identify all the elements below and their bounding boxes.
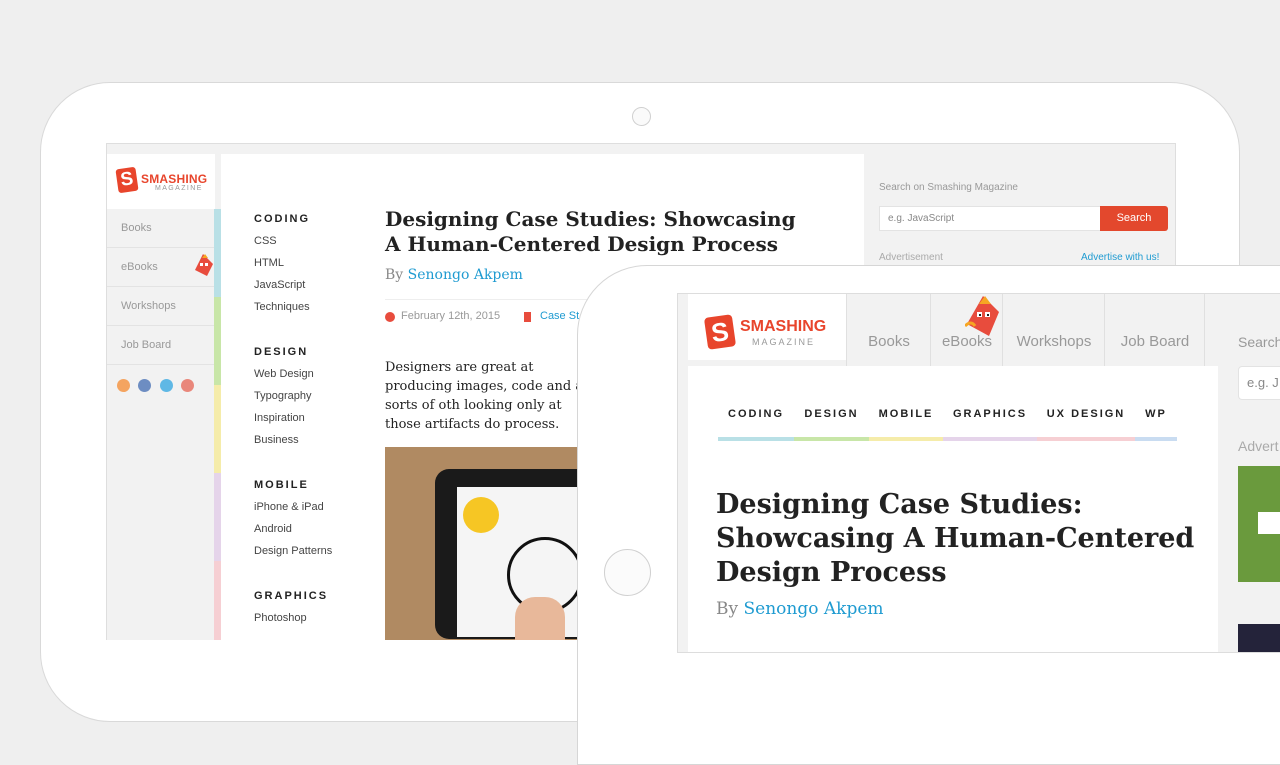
sidebar-nav: Books eBooks Workshops Job Board (107, 209, 215, 365)
category-tab-wp[interactable]: WP (1135, 401, 1177, 441)
author-link[interactable]: Senongo Akpem (408, 267, 523, 283)
mascot-icon (965, 296, 999, 336)
article-tag-link[interactable]: Case St (540, 310, 579, 322)
tablet-camera (632, 107, 651, 126)
category-tab-label: GRAPHICS (952, 408, 1028, 420)
ad-icon (1258, 512, 1280, 534)
advertisement-banner[interactable] (1238, 466, 1280, 582)
home-button (604, 549, 651, 596)
sidebar-item-label: Books (121, 222, 152, 234)
category-link[interactable]: Inspiration (254, 411, 364, 433)
category-link[interactable]: Typography (254, 389, 364, 411)
category-heading-graphics[interactable]: GRAPHICS (254, 590, 364, 602)
category-heading-mobile[interactable]: MOBILE (254, 479, 364, 491)
byline-prefix: By (716, 599, 739, 619)
bookmark-icon (524, 312, 531, 322)
main-content-card: CODING DESIGN MOBILE GRAPHICS UX DESIGN … (688, 366, 1218, 652)
googleplus-icon[interactable] (181, 379, 195, 392)
tab-workshops[interactable]: Workshops (1002, 294, 1105, 366)
social-links (117, 379, 198, 397)
category-tab-label: UX DESIGN (1046, 408, 1126, 420)
article-excerpt: Designers are great at producing images,… (385, 360, 592, 432)
twitter-icon[interactable] (159, 379, 173, 392)
logo-wordmark: SMASHING (141, 172, 208, 186)
advertisement-label: Advertisement (879, 252, 943, 263)
sidebar-item-job-board[interactable]: Job Board (107, 326, 215, 365)
logo-subtitle: MAGAZINE (155, 185, 203, 192)
site-logo-large[interactable]: S SMASHING MAGAZINE (688, 294, 846, 360)
byline-prefix: By (385, 267, 404, 283)
category-link[interactable]: Photoshop (254, 611, 364, 633)
category-link[interactable]: iPhone & iPad (254, 500, 364, 522)
author-link[interactable]: Senongo Akpem (744, 599, 884, 619)
category-tab-mobile[interactable]: MOBILE (869, 401, 943, 441)
category-tab-graphics[interactable]: GRAPHICS (943, 401, 1037, 441)
logo-subtitle: MAGAZINE (752, 337, 816, 347)
screen-front: S SMASHING MAGAZINE Books eBooks Worksho… (677, 293, 1280, 653)
search-button[interactable]: Search (1100, 206, 1168, 231)
advertisement-label: Advert (1238, 438, 1279, 454)
tab-job-board[interactable]: Job Board (1104, 294, 1205, 366)
clock-icon (385, 312, 395, 322)
category-heading-coding[interactable]: CODING (254, 213, 364, 225)
article-image (385, 447, 605, 640)
category-link[interactable]: Techniques (254, 300, 364, 322)
search-input[interactable]: e.g. JavaScript (879, 206, 1101, 231)
tab-books[interactable]: Books (846, 294, 931, 366)
mascot-icon (195, 254, 213, 276)
sidebar-item-ebooks[interactable]: eBooks (107, 248, 215, 287)
facebook-icon[interactable] (138, 379, 152, 392)
category-tab-ux-design[interactable]: UX DESIGN (1037, 401, 1135, 441)
article-date: February 12th, 2015 (401, 310, 501, 322)
category-link[interactable]: Business (254, 433, 364, 455)
category-tab-label: CODING (728, 408, 784, 420)
sidebar-item-workshops[interactable]: Workshops (107, 287, 215, 326)
logo-mark-icon: S (115, 166, 139, 194)
search-label: Search (1238, 334, 1280, 350)
category-link[interactable]: JavaScript (254, 278, 364, 300)
search-input[interactable]: e.g. J (1238, 366, 1280, 400)
sidebar-item-label: Job Board (121, 339, 172, 351)
category-tab-design[interactable]: DESIGN (794, 401, 869, 441)
advertise-link[interactable]: Advertise with us! (1081, 252, 1159, 263)
category-link[interactable]: CSS (254, 234, 364, 256)
category-link[interactable]: Android (254, 522, 364, 544)
category-tab-label: DESIGN (804, 408, 859, 420)
nav-divider (1204, 294, 1280, 366)
article-title[interactable]: Designing Case Studies: Showcasing A Hum… (716, 488, 1196, 590)
category-link[interactable]: Design Patterns (254, 544, 364, 566)
rss-icon[interactable] (117, 379, 130, 392)
category-tab-coding[interactable]: CODING (718, 401, 794, 441)
category-tab-label: MOBILE (878, 408, 934, 420)
category-link[interactable]: Web Design (254, 367, 364, 389)
site-logo[interactable]: S SMASHING MAGAZINE (107, 154, 215, 209)
category-list: CODING CSS HTML JavaScript Techniques DE… (254, 213, 364, 640)
category-color-strip (214, 209, 221, 640)
article-byline: By Senongo Akpem (716, 599, 884, 619)
article-title[interactable]: Designing Case Studies: Showcasing A Hum… (385, 207, 805, 257)
category-link[interactable]: HTML (254, 256, 364, 278)
logo-wordmark: SMASHING (740, 318, 827, 335)
advertisement-banner[interactable] (1238, 624, 1280, 652)
logo-mark-icon: S (703, 314, 737, 350)
category-heading-design[interactable]: DESIGN (254, 346, 364, 358)
sidebar-item-label: Workshops (121, 300, 176, 312)
category-tab-label: WP (1145, 408, 1167, 420)
sidebar-item-books[interactable]: Books (107, 209, 215, 248)
search-label: Search on Smashing Magazine (879, 182, 1018, 193)
sidebar-item-label: eBooks (121, 261, 158, 273)
